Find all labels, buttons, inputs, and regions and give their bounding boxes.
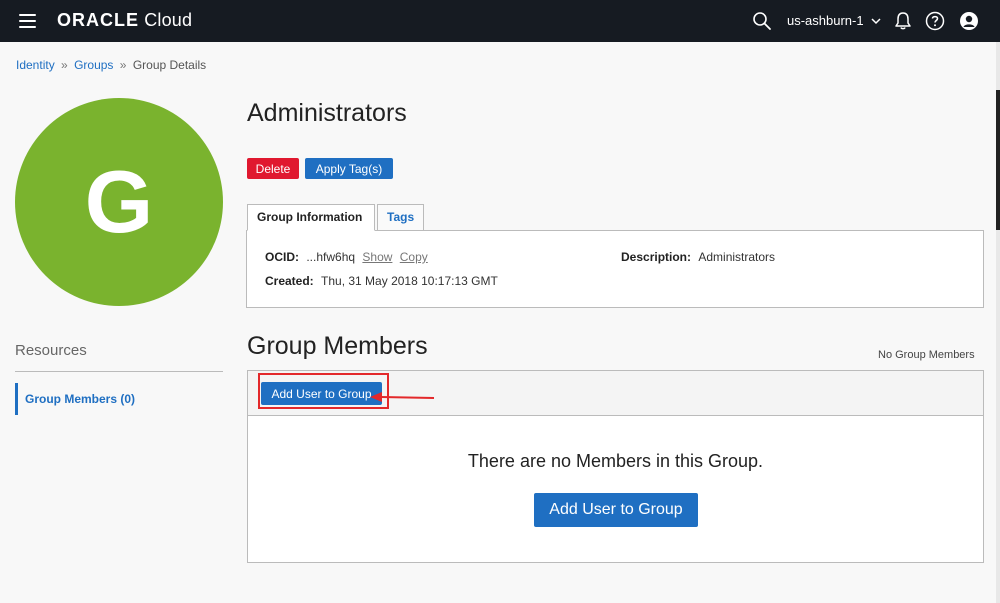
search-icon[interactable] [752,11,772,31]
top-navigation-bar: ORACLE Cloud us-ashburn-1 [0,0,1000,42]
annotation-arrow-icon [370,392,435,402]
tab-group-information[interactable]: Group Information [247,204,375,231]
avatar-letter: G [84,152,154,251]
region-label: us-ashburn-1 [787,13,864,28]
ocid-row: OCID: ...hfw6hq Show Copy [265,250,428,264]
description-row: Description: Administrators [621,250,775,264]
breadcrumb-groups[interactable]: Groups [74,58,113,72]
created-row: Created: Thu, 31 May 2018 10:17:13 GMT [265,274,498,288]
brand-cloud-text: Cloud [144,10,193,30]
chevron-down-icon [871,18,881,25]
scrollbar-thumb[interactable] [996,90,1000,230]
members-toolbar: Add User to Group [248,371,983,416]
bell-icon[interactable] [893,11,913,31]
breadcrumb: Identity » Groups » Group Details [16,58,206,72]
ocid-value: ...hfw6hq [306,250,356,264]
breadcrumb-current: Group Details [132,58,207,72]
empty-members-message: There are no Members in this Group. [467,451,764,471]
breadcrumb-separator: » [61,58,68,72]
created-label: Created: [265,274,314,288]
ocid-copy-link[interactable]: Copy [400,250,428,264]
menu-icon[interactable] [19,14,36,28]
resources-divider [15,371,223,372]
breadcrumb-identity[interactable]: Identity [16,58,55,72]
group-avatar: G [15,98,223,306]
add-user-to-group-button[interactable]: Add User to Group [261,382,382,405]
region-selector[interactable]: us-ashburn-1 [787,13,881,28]
created-value: Thu, 31 May 2018 10:17:13 GMT [321,274,498,288]
members-count-text: No Group Members [878,349,975,361]
ocid-label: OCID: [265,250,299,264]
add-user-to-group-primary-button[interactable]: Add User to Group [534,493,698,527]
breadcrumb-separator: » [119,58,127,72]
tab-tags[interactable]: Tags [377,204,424,231]
group-members-heading: Group Members [247,332,428,360]
page-title: Administrators [247,99,407,127]
group-information-panel: OCID: ...hfw6hq Show Copy Created: Thu, … [246,230,984,308]
oracle-cloud-logo[interactable]: ORACLE Cloud [57,10,192,31]
group-members-table: Add User to Group There are no Members i… [247,370,984,563]
ocid-show-link[interactable]: Show [362,250,392,264]
user-profile-icon[interactable] [959,11,979,31]
description-value: Administrators [698,250,776,264]
resources-item-group-members[interactable]: Group Members (0) [15,383,223,415]
help-icon[interactable] [925,11,945,31]
description-label: Description: [621,250,692,264]
resources-heading: Resources [15,342,87,359]
brand-oracle-text: ORACLE [57,10,139,30]
delete-button[interactable]: Delete [247,158,299,179]
apply-tags-button[interactable]: Apply Tag(s) [305,158,393,179]
